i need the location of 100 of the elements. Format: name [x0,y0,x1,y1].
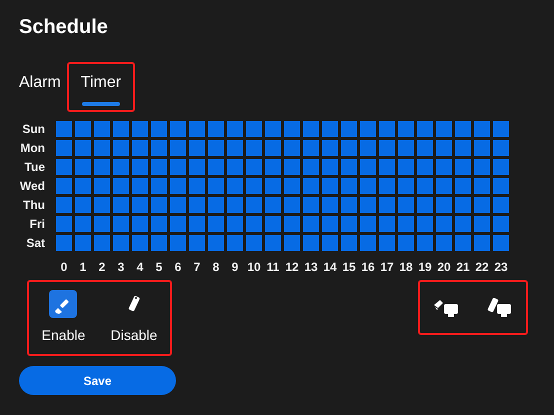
time-slot[interactable] [265,140,281,156]
time-slot[interactable] [189,235,205,251]
time-slot[interactable] [398,235,414,251]
time-slot[interactable] [132,140,148,156]
time-slot[interactable] [94,197,110,213]
time-slot[interactable] [170,216,186,232]
time-slot[interactable] [132,159,148,175]
time-slot[interactable] [227,140,243,156]
time-slot[interactable] [455,216,471,232]
time-slot[interactable] [379,121,395,137]
time-slot[interactable] [284,178,300,194]
time-slot[interactable] [322,140,338,156]
time-slot[interactable] [94,140,110,156]
time-slot[interactable] [113,216,129,232]
time-slot[interactable] [132,121,148,137]
time-slot[interactable] [208,197,224,213]
time-slot[interactable] [322,159,338,175]
time-slot[interactable] [170,159,186,175]
time-slot[interactable] [189,197,205,213]
time-slot[interactable] [360,159,376,175]
time-slot[interactable] [436,121,452,137]
time-slot[interactable] [436,159,452,175]
time-slot[interactable] [265,178,281,194]
time-slot[interactable] [94,159,110,175]
time-slot[interactable] [303,159,319,175]
time-slot[interactable] [417,197,433,213]
time-slot[interactable] [436,178,452,194]
time-slot[interactable] [493,216,509,232]
time-slot[interactable] [379,235,395,251]
time-slot[interactable] [56,140,72,156]
time-slot[interactable] [398,197,414,213]
time-slot[interactable] [265,235,281,251]
time-slot[interactable] [56,121,72,137]
time-slot[interactable] [56,197,72,213]
time-slot[interactable] [455,159,471,175]
time-slot[interactable] [265,159,281,175]
time-slot[interactable] [493,235,509,251]
time-slot[interactable] [417,216,433,232]
time-slot[interactable] [474,178,490,194]
time-slot[interactable] [493,121,509,137]
time-slot[interactable] [455,121,471,137]
time-slot[interactable] [265,197,281,213]
time-slot[interactable] [455,140,471,156]
time-slot[interactable] [303,121,319,137]
time-slot[interactable] [151,159,167,175]
time-slot[interactable] [379,159,395,175]
time-slot[interactable] [113,178,129,194]
time-slot[interactable] [246,216,262,232]
time-slot[interactable] [341,121,357,137]
time-slot[interactable] [398,178,414,194]
time-slot[interactable] [94,178,110,194]
time-slot[interactable] [113,121,129,137]
time-slot[interactable] [151,121,167,137]
time-slot[interactable] [208,178,224,194]
time-slot[interactable] [360,197,376,213]
time-slot[interactable] [151,140,167,156]
time-slot[interactable] [94,235,110,251]
time-slot[interactable] [246,159,262,175]
time-slot[interactable] [284,216,300,232]
time-slot[interactable] [322,235,338,251]
time-slot[interactable] [227,235,243,251]
time-slot[interactable] [398,159,414,175]
time-slot[interactable] [227,178,243,194]
time-slot[interactable] [341,159,357,175]
time-slot[interactable] [227,197,243,213]
time-slot[interactable] [417,121,433,137]
time-slot[interactable] [208,140,224,156]
time-slot[interactable] [455,197,471,213]
time-slot[interactable] [170,235,186,251]
time-slot[interactable] [455,178,471,194]
time-slot[interactable] [360,178,376,194]
time-slot[interactable] [303,140,319,156]
time-slot[interactable] [132,216,148,232]
time-slot[interactable] [303,197,319,213]
time-slot[interactable] [360,216,376,232]
time-slot[interactable] [170,197,186,213]
time-slot[interactable] [341,197,357,213]
time-slot[interactable] [113,159,129,175]
time-slot[interactable] [265,216,281,232]
time-slot[interactable] [208,159,224,175]
time-slot[interactable] [75,216,91,232]
time-slot[interactable] [227,159,243,175]
time-slot[interactable] [322,121,338,137]
time-slot[interactable] [360,121,376,137]
time-slot[interactable] [170,178,186,194]
time-slot[interactable] [322,216,338,232]
time-slot[interactable] [113,197,129,213]
time-slot[interactable] [341,216,357,232]
time-slot[interactable] [417,178,433,194]
time-slot[interactable] [341,140,357,156]
time-slot[interactable] [227,121,243,137]
time-slot[interactable] [436,140,452,156]
time-slot[interactable] [75,178,91,194]
time-slot[interactable] [284,121,300,137]
time-slot[interactable] [94,121,110,137]
mode-button[interactable]: Disable [110,290,158,343]
time-slot[interactable] [284,197,300,213]
tab[interactable]: Alarm [19,74,61,106]
time-slot[interactable] [284,235,300,251]
time-slot[interactable] [151,197,167,213]
